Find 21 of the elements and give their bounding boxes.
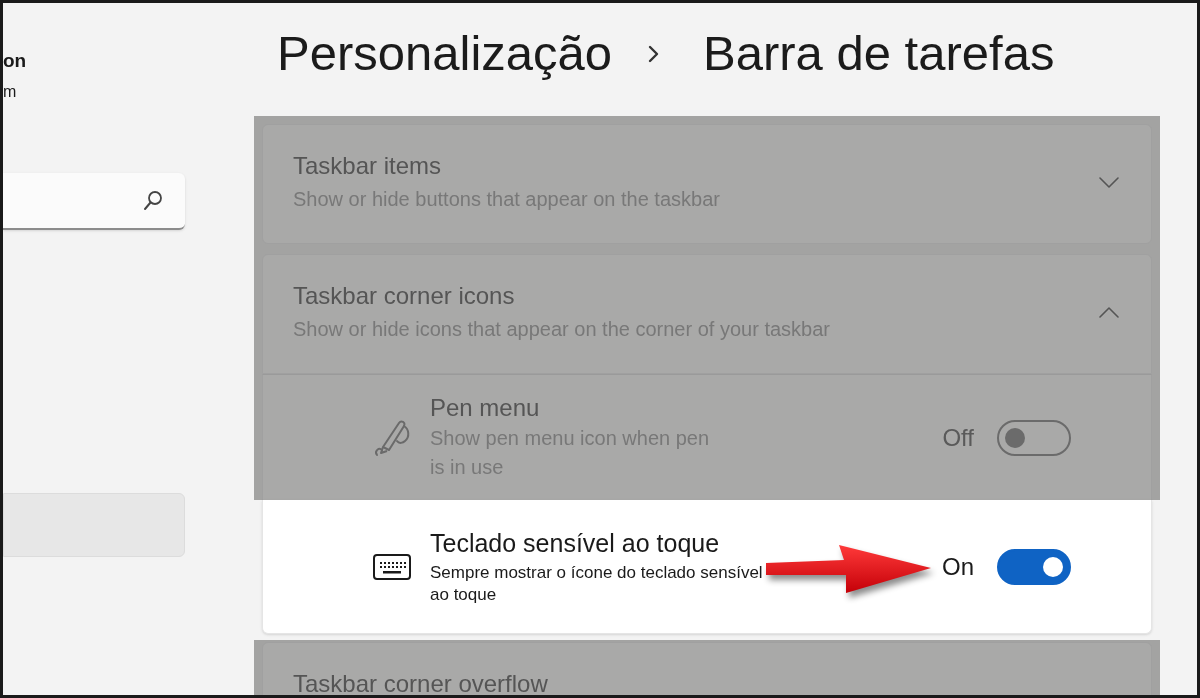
search-icon: [143, 189, 163, 212]
toggle-state-label: On: [942, 551, 974, 582]
profile-subtitle: m: [3, 82, 17, 102]
toggle-switch[interactable]: [997, 548, 1071, 585]
profile-name: on: [3, 50, 27, 72]
page-title: Barra de tarefas: [703, 25, 1055, 82]
setting-title: Taskbar corner overflow: [293, 671, 548, 695]
setting-title: Pen menu: [430, 393, 540, 422]
breadcrumb-link[interactable]: Personalização: [277, 23, 613, 83]
search-field[interactable]: [3, 173, 185, 230]
setting-title: Teclado sensível ao toque: [430, 527, 720, 558]
setting-description: Sempre mostrar o ícone do teclado sensível ao toque: [430, 561, 764, 606]
chevron-right-icon: [648, 45, 660, 63]
chevron-down-icon[interactable]: [1099, 177, 1119, 188]
setting-title: Taskbar items: [293, 153, 442, 179]
setting-title: Taskbar corner icons: [293, 283, 515, 309]
settings-card[interactable]: Taskbar corner overflow: [262, 642, 1152, 695]
chevron-up-icon[interactable]: [1099, 307, 1119, 318]
toggle-state-label: Off: [942, 422, 974, 453]
keyboard-icon: [373, 553, 411, 580]
toggle-switch[interactable]: [997, 419, 1071, 456]
